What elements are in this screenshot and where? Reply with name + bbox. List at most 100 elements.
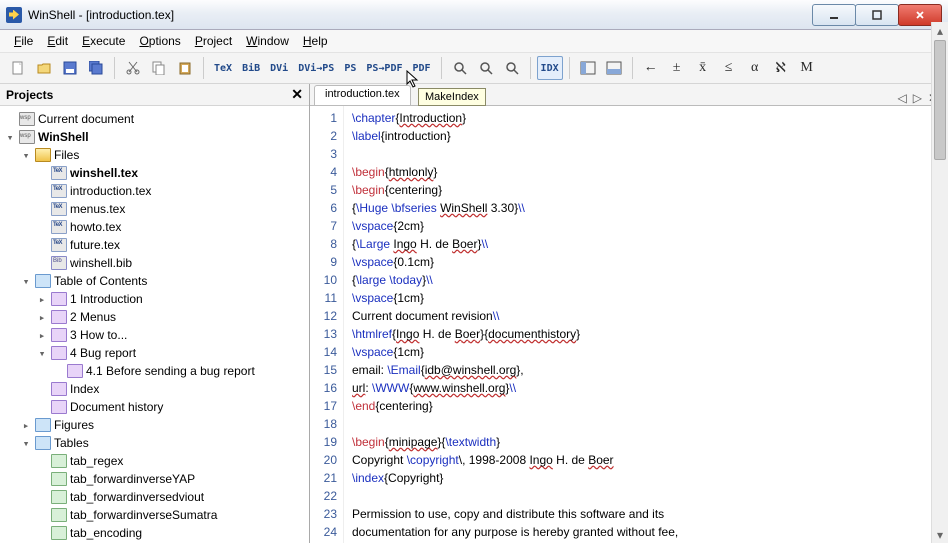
toolbar-save-button[interactable] bbox=[58, 56, 82, 80]
menu-help[interactable]: Help bbox=[297, 32, 334, 50]
tree-item[interactable]: ▾ WinShell bbox=[2, 128, 307, 146]
toolbar--button[interactable]: ≤ bbox=[717, 56, 741, 80]
menu-project[interactable]: Project bbox=[189, 32, 238, 50]
maximize-button[interactable] bbox=[855, 4, 899, 26]
toolbar-pdf-button[interactable]: PDF bbox=[408, 56, 434, 80]
projects-panel: Projects ✕ Current document ▾ WinShell ▾Fil… bbox=[0, 84, 310, 543]
toolbar-dvi-button[interactable]: DVi bbox=[266, 56, 292, 80]
tree-item[interactable]: ▾Table of Contents bbox=[2, 272, 307, 290]
tree-item[interactable]: howto.tex bbox=[2, 218, 307, 236]
tree-item[interactable]: 4.1 Before sending a bug report bbox=[2, 362, 307, 380]
tree-label: Index bbox=[70, 382, 99, 396]
toolbar-layouta-button[interactable] bbox=[576, 56, 600, 80]
menu-options[interactable]: Options bbox=[133, 32, 186, 50]
tbl-icon bbox=[51, 490, 67, 504]
toolbar-layoutb-button[interactable] bbox=[602, 56, 626, 80]
toolbar--button[interactable]: ± bbox=[665, 56, 689, 80]
tree-twisty-icon[interactable]: ▾ bbox=[20, 437, 32, 450]
tree-twisty-icon[interactable]: ▸ bbox=[36, 293, 48, 306]
tree-label: Document history bbox=[70, 400, 163, 414]
editor-area: introduction.tex ◁ ▷ ✕ 12345678910111213… bbox=[310, 84, 948, 543]
toolbar--button[interactable]: ← bbox=[639, 56, 663, 80]
tree-item[interactable]: menus.tex bbox=[2, 200, 307, 218]
tree-item[interactable]: tab_forwardinversedviout bbox=[2, 488, 307, 506]
tree-twisty-icon[interactable]: ▾ bbox=[4, 131, 16, 144]
tree-item[interactable]: Current document bbox=[2, 110, 307, 128]
toc-icon bbox=[35, 436, 51, 450]
tree-twisty-icon[interactable]: ▸ bbox=[36, 311, 48, 324]
tree-item[interactable]: future.tex bbox=[2, 236, 307, 254]
toolbar-saveall-button[interactable] bbox=[84, 56, 108, 80]
tree-label: Tables bbox=[54, 436, 89, 450]
tree-label: WinShell bbox=[38, 130, 89, 144]
tree-item[interactable]: ▸ 2 Menus bbox=[2, 308, 307, 326]
tree-label: 2 Menus bbox=[70, 310, 116, 324]
line-gutter: 1234567891011121314151617181920212223242… bbox=[310, 106, 344, 543]
toolbar-ps-button[interactable]: PS bbox=[340, 56, 360, 80]
menu-edit[interactable]: Edit bbox=[41, 32, 74, 50]
tree-twisty-icon[interactable]: ▾ bbox=[20, 149, 32, 162]
tree-item[interactable]: ▸3 How to... bbox=[2, 326, 307, 344]
tree-item[interactable]: winshell.bib bbox=[2, 254, 307, 272]
tree-item[interactable]: ▾ Tables bbox=[2, 434, 307, 452]
node-icon bbox=[51, 346, 67, 360]
tree-item[interactable]: Document history bbox=[2, 398, 307, 416]
toolbar-x-button[interactable]: x̄ bbox=[691, 56, 715, 80]
tree-twisty-icon[interactable]: ▸ bbox=[20, 419, 32, 432]
scroll-up-icon[interactable]: ▴ bbox=[932, 22, 948, 39]
tree-item[interactable]: tab_forwardinverseYAP bbox=[2, 470, 307, 488]
tree-item[interactable]: tab_regex bbox=[2, 452, 307, 470]
toolbar-M-button[interactable]: M bbox=[795, 56, 819, 80]
node-icon bbox=[51, 292, 67, 306]
tbl-icon bbox=[51, 526, 67, 540]
vertical-scrollbar[interactable]: ▴ ▾ bbox=[931, 22, 948, 543]
toolbar-psview-button[interactable] bbox=[474, 56, 498, 80]
editor-tab[interactable]: introduction.tex bbox=[314, 85, 411, 105]
toolbar-pdfview-button[interactable] bbox=[500, 56, 524, 80]
tbl-icon bbox=[51, 454, 67, 468]
tree-twisty-icon[interactable]: ▾ bbox=[36, 347, 48, 360]
toolbar-dviview-button[interactable] bbox=[448, 56, 472, 80]
scroll-down-icon[interactable]: ▾ bbox=[932, 526, 948, 543]
tree-item[interactable]: winshell.tex bbox=[2, 164, 307, 182]
tree-item[interactable]: introduction.tex bbox=[2, 182, 307, 200]
projects-close-icon[interactable]: ✕ bbox=[291, 86, 303, 103]
toolbar--button[interactable]: ℵ bbox=[769, 56, 793, 80]
tooltip: MakeIndex bbox=[418, 88, 486, 106]
menu-window[interactable]: Window bbox=[240, 32, 295, 50]
toolbar-idx-button[interactable]: IDX bbox=[537, 56, 563, 80]
toolbar-tex-button[interactable]: TeX bbox=[210, 56, 236, 80]
tree-item[interactable]: tab_forwardinverseSumatra bbox=[2, 506, 307, 524]
project-tree[interactable]: Current document▾WinShell▾Fileswinshell.… bbox=[0, 106, 309, 543]
minimize-button[interactable] bbox=[812, 4, 856, 26]
scroll-thumb[interactable] bbox=[934, 40, 946, 160]
source-text[interactable]: \chapter{Introduction}\label{introductio… bbox=[344, 106, 686, 543]
tree-twisty-icon[interactable]: ▾ bbox=[20, 275, 32, 288]
tab-prev-icon[interactable]: ◁ bbox=[897, 91, 906, 105]
tree-item[interactable]: ▾4 Bug report bbox=[2, 344, 307, 362]
tree-item[interactable]: tab_encoding bbox=[2, 524, 307, 542]
toolbar-bib-button[interactable]: BiB bbox=[238, 56, 264, 80]
tree-label: tab_regex bbox=[70, 454, 123, 468]
toolbar-new-button[interactable] bbox=[6, 56, 30, 80]
tab-next-icon[interactable]: ▷ bbox=[913, 91, 922, 105]
menu-file[interactable]: File bbox=[8, 32, 39, 50]
toolbar-dvips-button[interactable]: DVi→PS bbox=[294, 56, 338, 80]
projects-title: Projects bbox=[6, 88, 53, 102]
tree-item[interactable]: ▾Files bbox=[2, 146, 307, 164]
code-editor[interactable]: 1234567891011121314151617181920212223242… bbox=[310, 106, 948, 543]
tree-twisty-icon[interactable]: ▸ bbox=[36, 329, 48, 342]
toolbar-cut-button[interactable] bbox=[121, 56, 145, 80]
tree-item[interactable]: ▸Figures bbox=[2, 416, 307, 434]
toolbar-open-button[interactable] bbox=[32, 56, 56, 80]
tex-icon bbox=[51, 202, 67, 216]
toolbar-pspdf-button[interactable]: PS→PDF bbox=[362, 56, 406, 80]
menu-execute[interactable]: Execute bbox=[76, 32, 131, 50]
toolbar--button[interactable]: α bbox=[743, 56, 767, 80]
node-icon bbox=[51, 400, 67, 414]
tree-item[interactable]: Index bbox=[2, 380, 307, 398]
toolbar-paste-button[interactable] bbox=[173, 56, 197, 80]
bib-icon bbox=[51, 256, 67, 270]
tree-item[interactable]: ▸1 Introduction bbox=[2, 290, 307, 308]
toolbar-copy-button[interactable] bbox=[147, 56, 171, 80]
